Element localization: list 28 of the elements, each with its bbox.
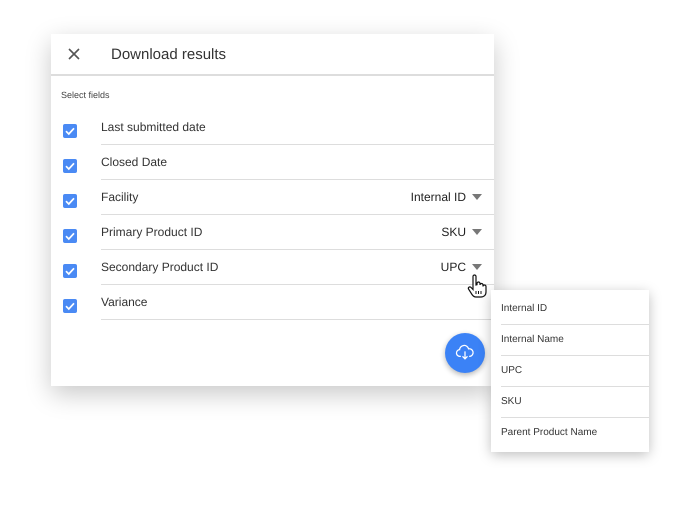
dropdown-select[interactable]: UPC (440, 260, 482, 274)
close-icon[interactable] (68, 48, 80, 60)
checkbox[interactable] (63, 264, 77, 278)
hand-pointer-icon (467, 274, 487, 298)
menu-item[interactable]: Internal Name (501, 325, 649, 356)
field-label: Facility (101, 190, 138, 204)
caret-icon (472, 264, 482, 270)
checkbox[interactable] (63, 194, 77, 208)
field-label: Primary Product ID (101, 225, 202, 239)
caret-icon (472, 229, 482, 235)
field-label: Variance (101, 295, 148, 309)
section-label: Select fields (61, 90, 111, 100)
menu-item[interactable]: Internal ID (501, 294, 649, 325)
checkbox[interactable] (63, 124, 77, 138)
field-label: Secondary Product ID (101, 260, 218, 274)
field-label: Closed Date (101, 155, 168, 169)
dropdown-select[interactable]: SKU (441, 225, 482, 239)
field-label: Last submitted date (101, 120, 206, 134)
menu-item[interactable]: UPC (501, 356, 649, 387)
checkbox[interactable] (63, 299, 77, 313)
checkbox[interactable] (63, 159, 77, 173)
menu-item[interactable]: Parent Product Name (501, 418, 649, 448)
checkbox[interactable] (63, 229, 77, 243)
dialog-title: Download results (111, 46, 226, 62)
caret-icon (472, 194, 482, 200)
dropdown-select[interactable]: Internal ID (410, 190, 482, 204)
download-button[interactable] (445, 333, 485, 373)
menu-item[interactable]: SKU (501, 387, 649, 418)
